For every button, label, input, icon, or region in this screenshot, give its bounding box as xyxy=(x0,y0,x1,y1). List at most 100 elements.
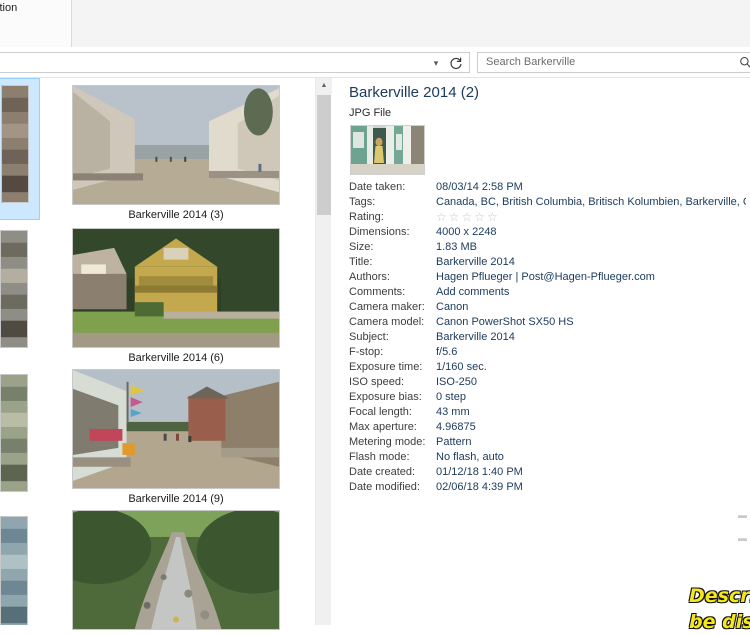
annotation-text: Description field shall be displayed her… xyxy=(688,584,750,633)
property-label: Date created: xyxy=(349,466,416,478)
edge-mark-1: ▬ xyxy=(738,510,747,520)
property-label: Metering mode: xyxy=(349,436,426,448)
property-label: Date taken: xyxy=(349,181,406,193)
property-row[interactable]: Rating: ☆☆☆☆☆ xyxy=(332,210,750,226)
thumbnail-cut-2[interactable] xyxy=(0,224,40,366)
address-bar[interactable]: ▾ xyxy=(0,52,470,73)
property-row[interactable]: Authors: Hagen Pflueger | Post@Hagen-Pflu… xyxy=(332,271,750,286)
property-value[interactable]: Canada, BC, British Columbia, Britisch K… xyxy=(436,196,746,208)
thumbnail-image xyxy=(72,369,280,489)
property-value[interactable]: 01/12/18 1:40 PM xyxy=(436,466,746,478)
property-value[interactable]: Barkerville 2014 xyxy=(436,331,746,343)
thumbnail-cut-4[interactable] xyxy=(0,510,40,625)
thumbnail-cut-1[interactable] xyxy=(0,78,40,220)
ribbon-toolbar: ne ction xyxy=(0,0,750,47)
property-value[interactable]: 4.96875 xyxy=(436,421,746,433)
property-label: Dimensions: xyxy=(349,226,410,238)
property-row[interactable]: Metering mode: Pattern xyxy=(332,436,750,451)
file-explorer-window: ne ction ▾ Search Barkerville xyxy=(0,0,750,634)
thumbnail-label: Barkerville 2014 (3) xyxy=(128,209,224,221)
ribbon-body xyxy=(72,0,750,47)
property-label: Camera model: xyxy=(349,316,425,328)
thumbnail-label: Barkerville 2014 (9) xyxy=(128,493,224,505)
thumbnail-image xyxy=(72,85,280,205)
thumbnail-image xyxy=(72,228,280,348)
content-area: Barkerville 2014 (3) Barkerville 2014 (6… xyxy=(0,78,750,634)
property-value[interactable]: Pattern xyxy=(436,436,746,448)
ribbon-group-left[interactable]: ne ction xyxy=(0,0,72,47)
refresh-icon[interactable] xyxy=(448,55,464,71)
thumbnail-image xyxy=(0,374,28,492)
property-row[interactable]: Focal length: 43 mm xyxy=(332,406,750,421)
property-row[interactable]: Subject: Barkerville 2014 xyxy=(332,331,750,346)
ribbon-partial-label-2: ction xyxy=(0,2,18,14)
scroll-up-arrow-icon[interactable]: ▲ xyxy=(316,78,332,94)
file-type-label: JPG File xyxy=(349,107,392,119)
property-label: F-stop: xyxy=(349,346,384,358)
scrollbar-thumb[interactable] xyxy=(317,95,331,215)
rating-stars[interactable]: ☆☆☆☆☆ xyxy=(436,210,500,224)
property-row[interactable]: Title: Barkerville 2014 xyxy=(332,256,750,271)
thumbnail-label: Barkerville 2014 (6) xyxy=(128,352,224,364)
thumbnail-image xyxy=(1,85,29,203)
thumbnail-image xyxy=(72,510,280,630)
property-label: Camera maker: xyxy=(349,301,425,313)
property-value[interactable]: f/5.6 xyxy=(436,346,746,358)
property-row[interactable]: Date modified: 02/06/18 4:39 PM xyxy=(332,481,750,496)
property-label: Flash mode: xyxy=(349,451,410,463)
property-row[interactable]: Comments: Add comments xyxy=(332,286,750,301)
property-row[interactable]: Date created: 01/12/18 1:40 PM xyxy=(332,466,750,481)
property-label: ISO speed: xyxy=(349,376,405,388)
property-value[interactable]: 43 mm xyxy=(436,406,746,418)
property-row[interactable]: ISO speed: ISO-250 xyxy=(332,376,750,391)
thumbnail-image xyxy=(0,230,28,348)
property-label: Max aperture: xyxy=(349,421,417,433)
property-value[interactable]: Barkerville 2014 xyxy=(436,256,746,268)
property-label: Authors: xyxy=(349,271,390,283)
thumbnail-cut-3[interactable] xyxy=(0,368,40,510)
property-row[interactable]: Camera maker: Canon xyxy=(332,301,750,316)
property-row[interactable]: Camera model: Canon PowerShot SX50 HS xyxy=(332,316,750,331)
property-row[interactable]: Dimensions: 4000 x 2248 xyxy=(332,226,750,241)
edge-mark-2: ▬ xyxy=(738,533,747,543)
property-value[interactable]: 08/03/14 2:58 PM xyxy=(436,181,746,193)
property-label: Comments: xyxy=(349,286,406,298)
property-value[interactable]: 0 step xyxy=(436,391,746,403)
property-label: Tags: xyxy=(349,196,376,208)
search-input[interactable]: Search Barkerville xyxy=(477,52,750,73)
file-title: Barkerville 2014 (2) xyxy=(349,84,480,101)
property-value[interactable]: 1.83 MB xyxy=(436,241,746,253)
property-label: Size: xyxy=(349,241,374,253)
property-row[interactable]: Exposure bias: 0 step xyxy=(332,391,750,406)
property-value[interactable]: ISO-250 xyxy=(436,376,746,388)
property-label: Exposure time: xyxy=(349,361,423,373)
address-search-row: ▾ Search Barkerville xyxy=(0,47,750,78)
file-list-scrollbar[interactable]: ▲ xyxy=(315,78,332,625)
property-row[interactable]: Max aperture: 4.96875 xyxy=(332,421,750,436)
property-value[interactable]: 1/160 sec. xyxy=(436,361,746,373)
thumbnail-column-main: Barkerville 2014 (3) Barkerville 2014 (6… xyxy=(60,78,300,630)
property-value[interactable]: 4000 x 2248 xyxy=(436,226,746,238)
property-row[interactable]: Size: 1.83 MB xyxy=(332,241,750,256)
property-value[interactable]: Hagen Pflueger | Post@Hagen-Pflueger.com xyxy=(436,271,746,283)
property-row[interactable]: F-stop: f/5.6 xyxy=(332,346,750,361)
property-row[interactable]: Date taken: 08/03/14 2:58 PM xyxy=(332,181,750,196)
property-value[interactable]: Canon xyxy=(436,301,746,313)
property-row[interactable]: Exposure time: 1/160 sec. xyxy=(332,361,750,376)
property-value[interactable]: Add comments xyxy=(436,286,746,298)
property-label: Title: xyxy=(349,256,373,268)
property-row[interactable]: Tags: Canada, BC, British Columbia, Briti… xyxy=(332,196,750,211)
property-label: Exposure bias: xyxy=(349,391,422,403)
property-value[interactable]: No flash, auto xyxy=(436,451,746,463)
property-value[interactable]: 02/06/18 4:39 PM xyxy=(436,481,746,493)
search-placeholder: Search Barkerville xyxy=(486,56,576,68)
thumbnail-column-clipped xyxy=(0,78,41,625)
property-value[interactable]: Canon PowerShot SX50 HS xyxy=(436,316,746,328)
chevron-down-icon[interactable]: ▾ xyxy=(429,56,443,70)
details-pane: Barkerville 2014 (2) JPG File Date taken… xyxy=(332,78,750,634)
preview-thumbnail xyxy=(350,125,425,175)
property-row[interactable]: Flash mode: No flash, auto xyxy=(332,451,750,466)
thumbnail-image xyxy=(0,516,28,625)
property-label: Rating: xyxy=(349,211,384,223)
search-icon[interactable] xyxy=(738,55,750,70)
